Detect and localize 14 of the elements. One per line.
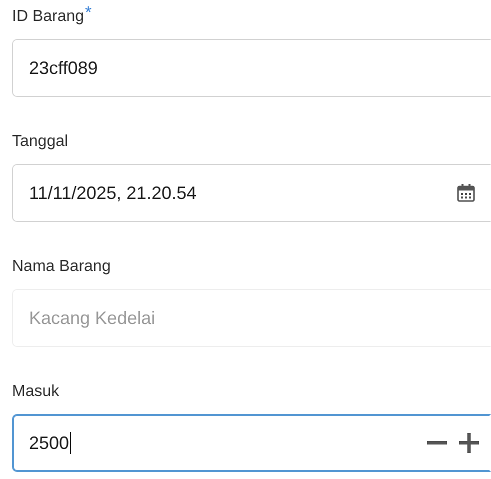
number-field[interactable]: 2500 [12,414,491,472]
required-mark: * [85,6,92,20]
text-cursor [70,432,72,454]
calendar-icon[interactable] [456,183,476,203]
input-field: Kacang Kedelai [12,289,491,347]
date-field[interactable]: 11/11/2025, 21.20.54 [12,164,491,222]
minus-icon [427,441,447,445]
field-label: Nama Barang [12,257,111,277]
input-field[interactable]: 23cff089 [12,39,491,97]
field-label: Tanggal [12,132,68,152]
field-label: Masuk [12,382,60,402]
increment-button[interactable] [459,433,479,453]
plus-icon [459,433,479,453]
field-label: ID Barang [12,7,84,27]
